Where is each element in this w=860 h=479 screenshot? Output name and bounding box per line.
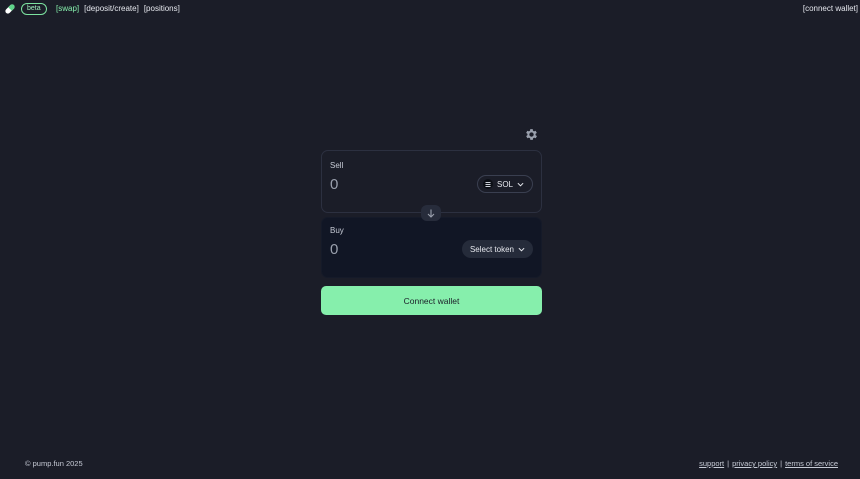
- flip-direction-button[interactable]: [421, 205, 441, 221]
- chevron-down-icon: [517, 182, 524, 187]
- sell-panel: Sell SOL: [321, 150, 542, 213]
- nav-swap[interactable]: [swap]: [56, 4, 79, 14]
- footer-separator: |: [727, 459, 730, 468]
- pill-icon[interactable]: [4, 3, 16, 15]
- swap-page: beta [swap] [deposit/create] [positions]…: [0, 0, 860, 479]
- buy-label: Buy: [330, 226, 344, 235]
- connect-wallet-link[interactable]: [connect wallet]: [803, 4, 858, 14]
- chevron-down-icon: [518, 247, 525, 252]
- sell-amount-input[interactable]: [330, 176, 430, 193]
- support-link[interactable]: support: [699, 459, 724, 468]
- select-token-label: Select token: [469, 244, 514, 254]
- connect-wallet-button[interactable]: Connect wallet: [321, 286, 542, 315]
- footer-separator: |: [780, 459, 783, 468]
- buy-amount-input[interactable]: [330, 241, 430, 258]
- sell-token-symbol: SOL: [496, 179, 513, 189]
- footer-links: support | privacy policy | terms of serv…: [699, 459, 838, 468]
- nav-deposit-create[interactable]: [deposit/create]: [84, 4, 139, 14]
- top-nav: beta [swap] [deposit/create] [positions]…: [0, 0, 860, 18]
- sell-label: Sell: [330, 161, 344, 170]
- privacy-policy-link[interactable]: privacy policy: [732, 459, 777, 468]
- terms-of-service-link[interactable]: terms of service: [785, 459, 838, 468]
- main-nav: [swap] [deposit/create] [positions]: [56, 4, 180, 14]
- sell-token-selector[interactable]: SOL: [476, 175, 533, 193]
- sol-token-icon: [482, 179, 493, 189]
- select-token-button[interactable]: Select token: [461, 240, 533, 258]
- nav-positions[interactable]: [positions]: [144, 4, 180, 14]
- beta-badge: beta: [21, 3, 47, 15]
- gear-icon[interactable]: [524, 127, 539, 142]
- copyright-text: © pump.fun 2025: [25, 459, 83, 468]
- buy-panel: Buy Select token: [321, 217, 542, 278]
- arrow-down-icon: [427, 209, 435, 218]
